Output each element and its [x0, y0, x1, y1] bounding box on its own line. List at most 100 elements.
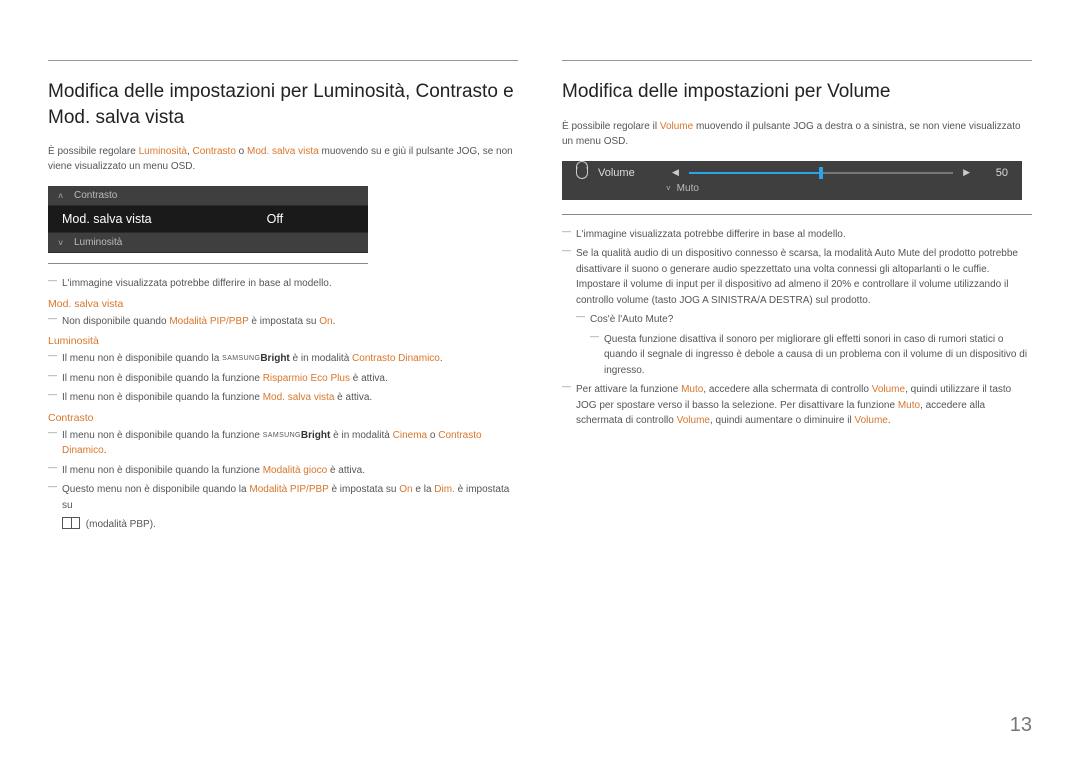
kw-eco-plus: Risparmio Eco Plus	[263, 373, 350, 384]
text: è impostata su	[329, 484, 400, 495]
text: è attiva.	[327, 465, 365, 476]
kw-luminosita: Luminosità	[139, 146, 187, 157]
chevron-down-icon: ˅	[58, 238, 63, 248]
kw-volume: Volume	[660, 121, 693, 132]
text: , quindi aumentare o diminuire il	[710, 415, 855, 426]
muto-row: ˅ Muto	[576, 183, 1008, 194]
text: .	[440, 353, 443, 364]
note-msv-1: Non disponibile quando Modalità PIP/PBP …	[48, 314, 518, 330]
note-lum-3: Il menu non è disponibile quando la funz…	[48, 390, 518, 406]
text: Il menu non è disponibile quando la funz…	[62, 430, 263, 441]
text: è in modalità	[290, 353, 352, 364]
subhead-luminosita: Luminosità	[48, 335, 518, 347]
osd-label: Contrasto	[74, 190, 117, 201]
volume-fill	[689, 172, 821, 174]
kw-volume: Volume	[677, 415, 710, 426]
text: Non disponibile quando	[62, 316, 169, 327]
text: Il menu non è disponibile quando la	[62, 353, 222, 364]
headphones-icon	[576, 167, 588, 179]
note-lum-2: Il menu non è disponibile quando la funz…	[48, 371, 518, 387]
kw-pip-pbp: Modalità PIP/PBP	[249, 484, 328, 495]
text: Per attivare la funzione	[576, 384, 681, 395]
magic-sup: SAMSUNG	[263, 432, 301, 439]
osd-row-luminosita: ˅ Luminosità	[48, 233, 368, 253]
note-auto-mute: Se la qualità audio di un dispositivo co…	[562, 246, 1032, 308]
subhead-contrasto: Contrasto	[48, 412, 518, 424]
note-lum-1: Il menu non è disponibile quando la SAMS…	[48, 351, 518, 367]
kw-contrasto-dinamico: Contrasto Dinamico	[352, 353, 440, 364]
kw-on: On	[319, 316, 332, 327]
kw-contrasto: Contrasto	[193, 146, 236, 157]
text: è in modalità	[330, 430, 392, 441]
text: Questo menu non è disponibile quando la	[62, 484, 249, 495]
arrow-left-icon: ◀	[672, 167, 679, 178]
text: .	[104, 445, 107, 456]
text: o	[427, 430, 438, 441]
osd-row-contrasto: ˄ Contrasto	[48, 186, 368, 206]
divider	[562, 214, 1032, 215]
note-model-differ: L'immagine visualizzata potrebbe differi…	[48, 276, 518, 292]
text: è attiva.	[350, 373, 388, 384]
pbp-icon	[62, 517, 80, 529]
note-auto-mute-a: Questa funzione disattiva il sonoro per …	[590, 332, 1032, 379]
page-number: 13	[1010, 714, 1032, 737]
text: .	[888, 415, 891, 426]
text: Il menu non è disponibile quando la funz…	[62, 465, 263, 476]
kw-volume: Volume	[872, 384, 905, 395]
kw-mod-salva-vista: Mod. salva vista	[247, 146, 319, 157]
text: , accedere alla schermata di controllo	[703, 384, 871, 395]
kw-muto: Muto	[681, 384, 703, 395]
text: È possibile regolare il	[562, 121, 660, 132]
volume-thumb	[819, 167, 823, 179]
osd-selected-value: Off	[267, 212, 283, 226]
osd-selected-label: Mod. salva vista	[62, 212, 152, 226]
volume-row: Volume ◀ ▶ 50	[576, 167, 1008, 179]
note-con-3: Questo menu non è disponibile quando la …	[48, 482, 518, 513]
muto-label: Muto	[677, 183, 699, 194]
kw-bright: Bright	[301, 430, 330, 441]
kw-bright: Bright	[260, 353, 289, 364]
volume-value: 50	[980, 167, 1008, 179]
text: .	[333, 316, 336, 327]
divider	[48, 263, 368, 264]
text: (modalità PBP).	[83, 519, 156, 530]
note-model-differ-r: L'immagine visualizzata potrebbe differi…	[562, 227, 1032, 243]
kw-muto: Muto	[898, 400, 920, 411]
text: È possibile regolare	[48, 146, 139, 157]
right-intro: È possibile regolare il Volume muovendo …	[562, 119, 1032, 149]
kw-cinema: Cinema	[393, 430, 427, 441]
left-heading: Modifica delle impostazioni per Luminosi…	[48, 79, 518, 130]
note-con-2: Il menu non è disponibile quando la funz…	[48, 463, 518, 479]
volume-label: Volume	[598, 167, 662, 179]
osd-label: Luminosità	[74, 237, 122, 248]
note-muto: Per attivare la funzione Muto, accedere …	[562, 382, 1032, 429]
text: è impostata su	[249, 316, 320, 327]
kw-pip-pbp: Modalità PIP/PBP	[169, 316, 248, 327]
chevron-down-icon: ˅	[666, 184, 671, 194]
text: Questa funzione disattiva il sonoro per …	[604, 334, 1027, 376]
text: e la	[413, 484, 435, 495]
magic-sup: SAMSUNG	[222, 355, 260, 362]
note-auto-mute-q: Cos'è l'Auto Mute?	[576, 312, 1032, 328]
right-heading: Modifica delle impostazioni per Volume	[562, 79, 1032, 105]
volume-slider	[689, 172, 953, 174]
text: Il menu non è disponibile quando la funz…	[62, 373, 263, 384]
note-con-3-pbp: (modalità PBP).	[62, 517, 518, 530]
kw-volume: Volume	[855, 415, 888, 426]
kw-dim: Dim.	[434, 484, 455, 495]
kw-mod-salva-vista: Mod. salva vista	[263, 392, 335, 403]
text: Il menu non è disponibile quando la funz…	[62, 392, 263, 403]
chevron-up-icon: ˄	[58, 191, 63, 201]
subhead-mod-salva-vista: Mod. salva vista	[48, 298, 518, 310]
osd-panel-left: ˄ Contrasto Mod. salva vista Off ˅ Lumin…	[48, 186, 368, 253]
osd-row-selected: Mod. salva vista Off	[48, 206, 368, 233]
osd-panel-volume: Volume ◀ ▶ 50 ˅ Muto	[562, 161, 1022, 200]
text: è attiva.	[334, 392, 372, 403]
right-column: Modifica delle impostazioni per Volume È…	[562, 60, 1032, 530]
left-intro: È possibile regolare Luminosità, Contras…	[48, 144, 518, 174]
note-con-1: Il menu non è disponibile quando la funz…	[48, 428, 518, 459]
kw-on: On	[399, 484, 412, 495]
kw-modalita-gioco: Modalità gioco	[263, 465, 327, 476]
text: o	[236, 146, 247, 157]
left-column: Modifica delle impostazioni per Luminosi…	[48, 60, 518, 530]
